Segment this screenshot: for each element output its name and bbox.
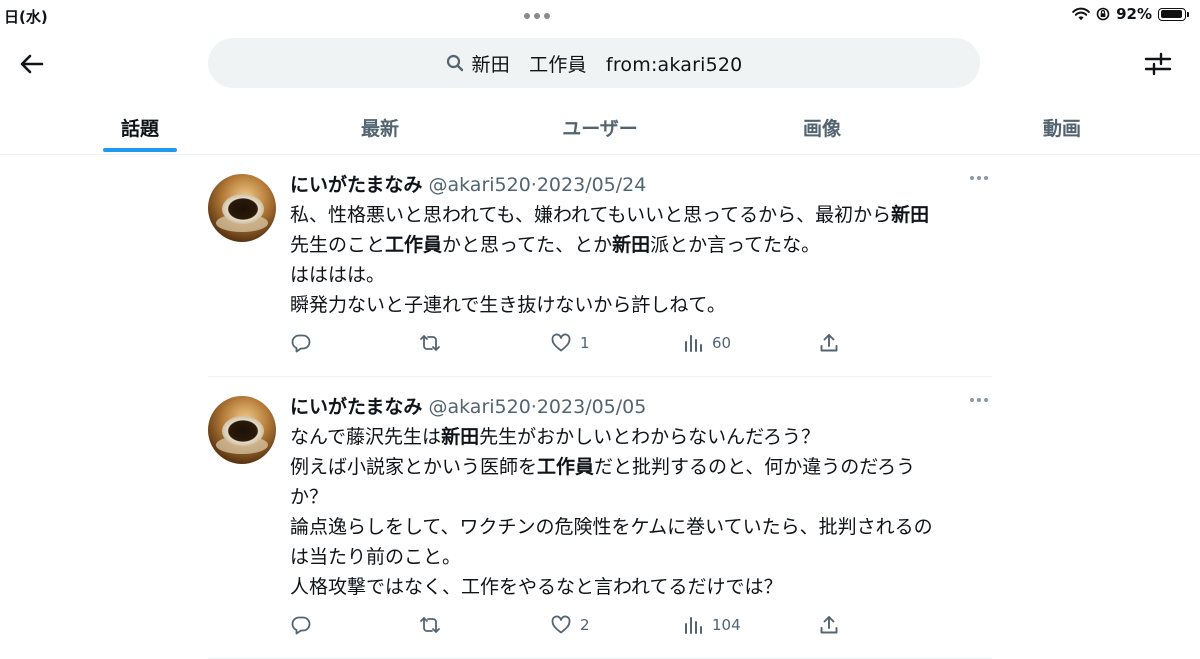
search-tabs: 話題 最新 ユーザー 画像 動画 (0, 100, 1200, 155)
tab-latest[interactable]: 最新 (260, 100, 500, 154)
tweet-actions: 1 60 (290, 332, 850, 356)
more-options-icon[interactable] (970, 398, 988, 402)
active-tab-indicator (103, 148, 177, 152)
tweet-text-run: 私、性格悪いと思われても、嫌われてもいいと思ってるから、最初から (290, 204, 892, 226)
share-icon (820, 616, 838, 634)
tweet-text-run: はははは。 (290, 264, 386, 286)
tweet-line: なんで藤沢先生は新田先生がおかしいとわからないんだろう？ (290, 422, 990, 452)
views-button[interactable]: 60 (682, 332, 731, 354)
tweet-text-run: か？ (290, 486, 329, 508)
tweet-line: 瞬発力ないと子連れで生き抜けないから許しねて。 (290, 290, 990, 320)
status-indicators: 92% (1072, 5, 1189, 23)
status-date: 日(水) (4, 8, 48, 26)
view-count: 60 (712, 334, 732, 352)
view-count: 104 (712, 616, 741, 634)
reply-button[interactable] (290, 614, 312, 636)
display-name[interactable]: にいがたまなみ (290, 174, 422, 196)
tweet-header: にいがたまなみ @akari520·2023/05/05 (290, 392, 646, 419)
highlighted-keyword: 新田 (891, 204, 930, 226)
heart-icon (551, 615, 571, 634)
retweet-icon (420, 335, 440, 351)
like-count: 2 (580, 616, 590, 634)
tweet-header: にいがたまなみ @akari520·2023/05/24 (290, 170, 646, 197)
share-icon (820, 334, 838, 352)
tweet-line: か？ (290, 482, 990, 512)
highlighted-keyword: 新田 (441, 426, 480, 448)
more-options-icon[interactable] (970, 176, 988, 180)
user-handle[interactable]: @akari520 (428, 174, 530, 196)
like-button[interactable]: 1 (550, 332, 590, 354)
like-count: 1 (580, 334, 590, 352)
display-name[interactable]: にいがたまなみ (290, 396, 422, 418)
tweet-date[interactable]: 2023/05/24 (537, 174, 647, 196)
retweet-button[interactable] (418, 332, 442, 354)
back-arrow-icon[interactable] (16, 48, 48, 80)
tab-photos[interactable]: 画像 (702, 100, 942, 154)
reply-icon (291, 334, 311, 353)
tweet-text: 私、性格悪いと思われても、嫌われてもいいと思ってるから、最初から新田 先生のこと工… (290, 200, 990, 320)
tweet-text-run: だと批判するのと、何か違うのだろう (594, 456, 916, 478)
wifi-icon (1072, 7, 1090, 21)
tab-videos[interactable]: 動画 (942, 100, 1182, 154)
tab-people[interactable]: ユーザー (480, 100, 720, 154)
retweet-icon (420, 617, 440, 633)
tweet-text-run: 例えば小説家とかいう医師を (290, 456, 538, 478)
retweet-button[interactable] (418, 614, 442, 636)
tweet-actions: 2 104 (290, 614, 850, 638)
search-query: 新田 工作員 from:akari520 (471, 53, 743, 76)
avatar[interactable] (208, 174, 276, 242)
tweet-line: はははは。 (290, 260, 990, 290)
tweet[interactable]: にいがたまなみ @akari520·2023/05/05 なんで藤沢先生は新田先… (208, 376, 992, 659)
tweet-text-run: 人格攻撃ではなく、工作をやるなと言われてるだけでは？ (290, 576, 783, 598)
tweet-line: 私、性格悪いと思われても、嫌われてもいいと思ってるから、最初から新田 (290, 200, 990, 230)
tweet-text-run: 先生がおかしいとわからないんだろう？ (479, 426, 820, 448)
battery-percent: 92% (1116, 5, 1152, 23)
share-button[interactable] (818, 332, 840, 354)
tweet-line: は当たり前のこと。 (290, 542, 990, 572)
tweet[interactable]: にいがたまなみ @akari520·2023/05/24 私、性格悪いと思われて… (208, 154, 992, 377)
search-icon (446, 54, 463, 72)
tweet-text-run: なんで藤沢先生は (290, 426, 442, 448)
tweet-text: なんで藤沢先生は新田先生がおかしいとわからないんだろう？ 例えば小説家とかいう医師… (290, 422, 990, 602)
reply-button[interactable] (290, 332, 312, 354)
status-bar: 日(水) 92% (0, 0, 1200, 32)
multitasking-dots-icon[interactable] (524, 13, 550, 19)
share-button[interactable] (818, 614, 840, 636)
reply-icon (291, 616, 311, 635)
highlighted-keyword: 工作員 (537, 456, 595, 478)
user-handle[interactable]: @akari520 (428, 396, 530, 418)
tab-top[interactable]: 話題 (20, 100, 260, 154)
tweet-date[interactable]: 2023/05/05 (537, 396, 647, 418)
like-button[interactable]: 2 (550, 614, 590, 636)
views-icon (685, 335, 702, 352)
tweet-text-run: 派とか言ってたな。 (650, 234, 821, 256)
orientation-lock-icon (1096, 7, 1110, 21)
tweet-line: 例えば小説家とかいう医師を工作員だと批判するのと、何か違うのだろう (290, 452, 990, 482)
tweet-text-run: かと思ってた、とか (442, 234, 613, 256)
search-input[interactable]: 新田 工作員 from:akari520 (208, 38, 980, 88)
tweet-text-run: 先生のこと (290, 234, 386, 256)
highlighted-keyword: 工作員 (385, 234, 443, 256)
heart-icon (551, 333, 571, 352)
views-button[interactable]: 104 (682, 614, 741, 636)
tweet-text-run: 瞬発力ないと子連れで生き抜けないから許しねて。 (290, 294, 726, 316)
battery-icon (1158, 7, 1189, 21)
search-filter-icon[interactable] (1140, 48, 1176, 80)
avatar[interactable] (208, 396, 276, 464)
tweet-line: 人格攻撃ではなく、工作をやるなと言われてるだけでは？ (290, 572, 990, 602)
tweet-text-run: 論点逸らしをして、ワクチンの危険性をケムに巻いていたら、批判されるの (290, 516, 933, 538)
tweet-text-run: は当たり前のこと。 (290, 546, 462, 568)
tweet-line: 論点逸らしをして、ワクチンの危険性をケムに巻いていたら、批判されるの (290, 512, 990, 542)
tweet-line: 先生のこと工作員かと思ってた、とか新田派とか言ってたな。 (290, 230, 990, 260)
views-icon (685, 617, 702, 634)
highlighted-keyword: 新田 (612, 234, 651, 256)
